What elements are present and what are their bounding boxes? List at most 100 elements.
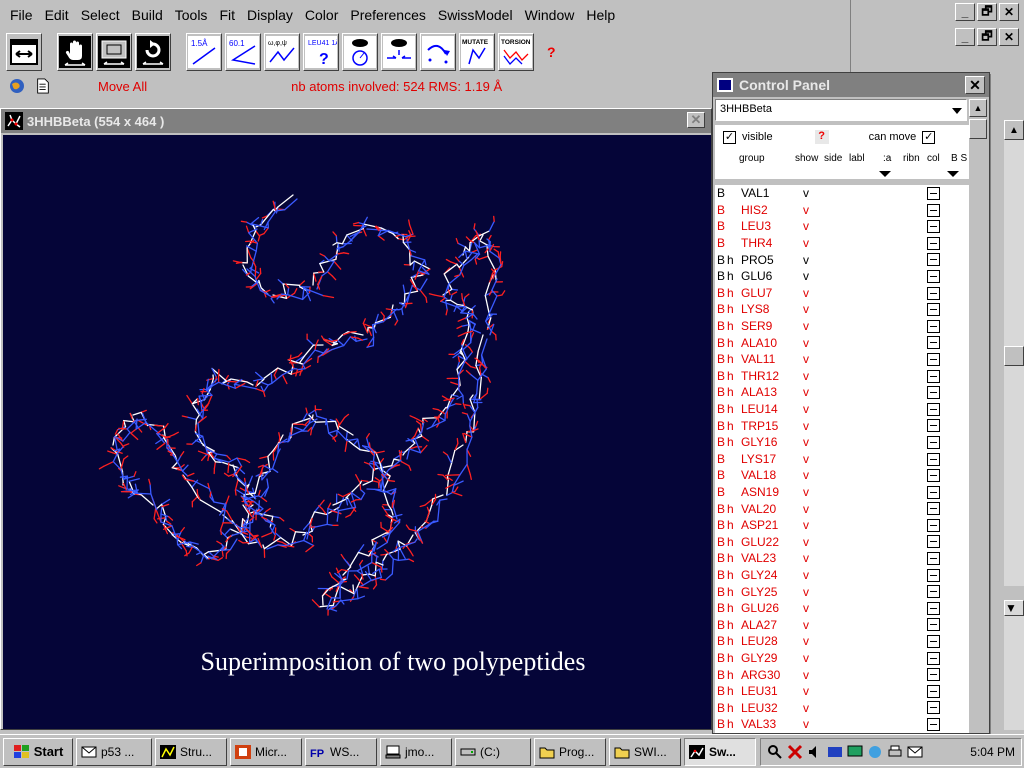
column-col[interactable]: col [927, 153, 940, 164]
label-rotate-button[interactable] [420, 33, 456, 71]
speaker-icon[interactable] [807, 744, 823, 760]
ribbon-color-box[interactable] [927, 236, 940, 250]
printer-icon[interactable] [887, 744, 903, 760]
update-icon[interactable] [867, 744, 883, 760]
menu-window[interactable]: Window [519, 7, 581, 23]
can-move-checkbox[interactable]: ✓ [922, 130, 936, 144]
identify-button[interactable]: LEU41 1Å? [303, 33, 339, 71]
menu-fit[interactable]: Fit [213, 7, 241, 23]
cp-scroll-up-arrow[interactable]: ▲ [969, 99, 987, 117]
center-atom-button[interactable] [342, 33, 378, 71]
monitor-icon[interactable] [847, 744, 863, 760]
center-view-button[interactable] [381, 33, 417, 71]
molecule-canvas[interactable]: Superimposition of two polypeptides [3, 135, 711, 729]
menu-swissmodel[interactable]: SwissModel [432, 7, 519, 23]
column-labl[interactable]: labl [849, 153, 865, 164]
residue-row[interactable]: Bh GLY24 v [715, 567, 969, 584]
residue-row[interactable]: Bh THR12 v [715, 368, 969, 385]
ribbon-color-box[interactable] [927, 336, 940, 350]
help-icon[interactable]: ? [547, 44, 556, 60]
residue-row[interactable]: Bh GLU22 v [715, 533, 969, 550]
clock[interactable]: 5:04 PM [970, 745, 1015, 759]
residue-row[interactable]: Bh ALA27 v [715, 616, 969, 633]
column-dropdown-icon[interactable] [879, 171, 891, 177]
doc-minimize-button[interactable]: _ [955, 28, 975, 46]
control-panel-titlebar[interactable]: Control Panel ✕ [713, 73, 989, 97]
distance-button[interactable]: 1.5Å [186, 33, 222, 71]
scroll-up-arrow[interactable]: ▲ [1004, 120, 1024, 140]
residue-row[interactable]: B ASN19 v [715, 484, 969, 501]
scroll-down-arrow[interactable]: ▼ [1004, 600, 1024, 616]
column-show[interactable]: show [795, 153, 818, 164]
column-group[interactable]: group [739, 153, 765, 164]
residue-row[interactable]: Bh SER9 v [715, 318, 969, 335]
residue-row[interactable]: B THR4 v [715, 235, 969, 252]
control-panel-scrollbar[interactable]: ▲ [969, 99, 987, 733]
ribbon-color-box[interactable] [927, 203, 940, 217]
network-icon[interactable] [827, 744, 843, 760]
start-button[interactable]: Start [3, 737, 73, 766]
menu-tools[interactable]: Tools [169, 7, 214, 23]
residue-row[interactable]: Bh TRP15 v [715, 417, 969, 434]
torsion-button[interactable]: TORSION [498, 33, 534, 71]
residue-row[interactable]: Bh VAL33 v [715, 716, 969, 733]
residue-row[interactable]: Bh ARG30 v [715, 666, 969, 683]
menu-build[interactable]: Build [126, 7, 169, 23]
ribbon-color-box[interactable] [927, 701, 940, 715]
ribbon-color-box[interactable] [927, 286, 940, 300]
residue-row[interactable]: B VAL18 v [715, 467, 969, 484]
menu-color[interactable]: Color [299, 7, 344, 23]
scroll-thumb[interactable] [1004, 346, 1024, 366]
residue-row[interactable]: Bh GLU26 v [715, 600, 969, 617]
ribbon-color-box[interactable] [927, 319, 940, 333]
residue-row[interactable]: Bh LEU32 v [715, 699, 969, 716]
ribbon-color-box[interactable] [927, 518, 940, 532]
cp-scroll-thumb[interactable] [969, 119, 987, 139]
column-dropdown-icon[interactable] [947, 171, 959, 177]
help-icon[interactable]: ? [814, 130, 829, 144]
document-icon[interactable] [34, 77, 52, 95]
column-ribn[interactable]: ribn [903, 153, 920, 164]
ribbon-color-box[interactable] [927, 618, 940, 632]
ribbon-color-box[interactable] [927, 352, 940, 366]
ribbon-color-box[interactable] [927, 187, 940, 200]
fit-window-button[interactable] [6, 33, 42, 71]
ribbon-color-box[interactable] [927, 253, 940, 267]
residue-row[interactable]: Bh LEU31 v [715, 683, 969, 700]
residue-row[interactable]: Bh LEU28 v [715, 633, 969, 650]
ribbon-color-box[interactable] [927, 485, 940, 499]
restore-button[interactable]: 🗗 [977, 3, 997, 21]
residue-row[interactable]: Bh GLY29 v [715, 650, 969, 667]
ribbon-color-box[interactable] [927, 718, 940, 731]
ribbon-color-box[interactable] [927, 535, 940, 549]
residue-row[interactable]: Bh GLY25 v [715, 583, 969, 600]
residue-row[interactable]: Bh ASP21 v [715, 517, 969, 534]
close-button[interactable]: ✕ [999, 3, 1019, 21]
globe-icon[interactable] [8, 77, 26, 95]
ribbon-color-box[interactable] [927, 651, 940, 665]
ribbon-color-box[interactable] [927, 303, 940, 317]
task-swiss-pdb-viewer[interactable]: Sw... [684, 737, 756, 766]
ribbon-color-box[interactable] [927, 369, 940, 383]
residue-row[interactable]: B LYS17 v [715, 451, 969, 468]
task-p53[interactable]: p53 ... [76, 737, 152, 766]
task-microsoft[interactable]: Micr... [230, 737, 302, 766]
minimize-button[interactable]: _ [955, 3, 975, 21]
chevron-down-icon[interactable] [952, 108, 962, 114]
ribbon-color-box[interactable] [927, 269, 940, 283]
ribbon-color-box[interactable] [927, 568, 940, 582]
antivirus-icon[interactable] [787, 744, 803, 760]
ribbon-color-box[interactable] [927, 585, 940, 599]
zoom-button[interactable] [96, 33, 132, 71]
menu-preferences[interactable]: Preferences [344, 7, 431, 23]
doc-restore-button[interactable]: 🗗 [977, 28, 997, 46]
move-hand-button[interactable] [57, 33, 93, 71]
residue-row[interactable]: Bh ALA10 v [715, 334, 969, 351]
background-vertical-scrollbar[interactable]: ▲ [1004, 120, 1024, 586]
task-ws-ftp[interactable]: FP WS... [305, 737, 377, 766]
residue-row[interactable]: Bh GLY16 v [715, 434, 969, 451]
ribbon-color-box[interactable] [927, 386, 940, 400]
molecule-window-titlebar[interactable]: 3HHBBeta (554 x 464 ) ✕ [1, 109, 711, 133]
menu-edit[interactable]: Edit [39, 7, 75, 23]
task-program-files[interactable]: Prog... [534, 737, 606, 766]
